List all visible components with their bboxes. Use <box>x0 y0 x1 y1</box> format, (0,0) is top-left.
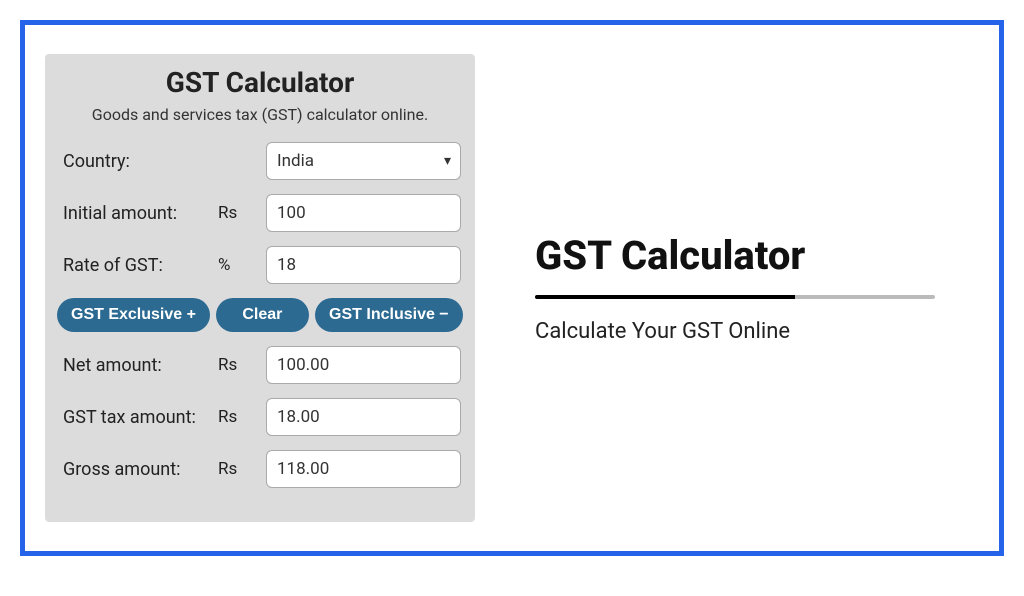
rate-row: Rate of GST: % <box>53 246 467 284</box>
app-frame: GST Calculator Goods and services tax (G… <box>20 20 1004 556</box>
gst-amount-label: GST tax amount: <box>63 407 218 428</box>
promo-title: GST Calculator <box>535 232 805 279</box>
gst-inclusive-button[interactable]: GST Inclusive − <box>315 298 463 332</box>
rate-input[interactable] <box>266 246 461 284</box>
country-row: Country: India <box>53 142 467 180</box>
gst-exclusive-button[interactable]: GST Exclusive + <box>57 298 210 332</box>
initial-amount-input[interactable] <box>266 194 461 232</box>
gross-amount-output[interactable] <box>266 450 461 488</box>
gross-amount-label: Gross amount: <box>63 459 218 480</box>
gst-amount-row: GST tax amount: Rs <box>53 398 467 436</box>
gross-amount-unit: Rs <box>218 459 266 479</box>
calculator-panel: GST Calculator Goods and services tax (G… <box>45 54 475 522</box>
initial-amount-row: Initial amount: Rs <box>53 194 467 232</box>
gst-amount-unit: Rs <box>218 407 266 427</box>
net-amount-label: Net amount: <box>63 355 218 376</box>
calculator-title: GST Calculator <box>53 66 467 99</box>
country-select[interactable]: India <box>266 142 461 180</box>
calculator-subtitle: Goods and services tax (GST) calculator … <box>53 105 467 124</box>
clear-button[interactable]: Clear <box>216 298 309 332</box>
country-select-wrap: India <box>266 142 461 180</box>
initial-amount-unit: Rs <box>218 203 266 223</box>
country-label: Country: <box>63 151 218 172</box>
gross-amount-row: Gross amount: Rs <box>53 450 467 488</box>
net-amount-row: Net amount: Rs <box>53 346 467 384</box>
initial-amount-label: Initial amount: <box>63 203 218 224</box>
rate-label: Rate of GST: <box>63 255 218 276</box>
rate-unit: % <box>218 255 266 275</box>
button-row: GST Exclusive + Clear GST Inclusive − <box>53 298 467 332</box>
promo-subtitle: Calculate Your GST Online <box>535 319 790 344</box>
promo-divider <box>535 295 935 299</box>
net-amount-unit: Rs <box>218 355 266 375</box>
promo-panel: GST Calculator Calculate Your GST Online <box>475 232 999 344</box>
net-amount-output[interactable] <box>266 346 461 384</box>
gst-amount-output[interactable] <box>266 398 461 436</box>
